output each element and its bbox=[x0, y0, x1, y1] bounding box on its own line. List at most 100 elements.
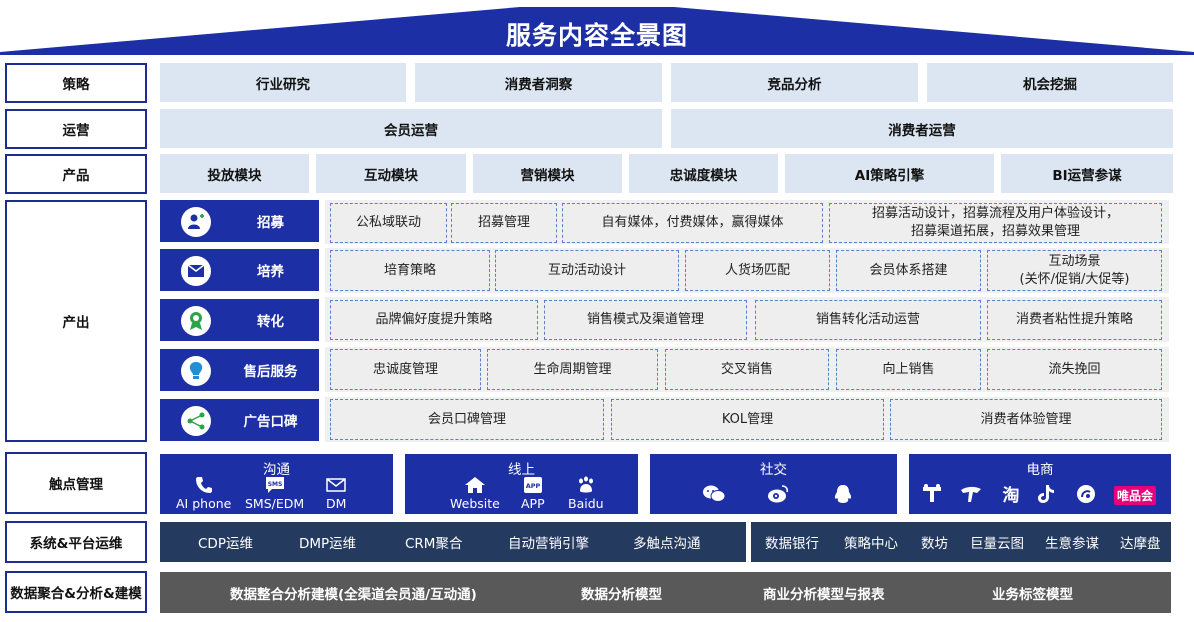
app-icon: APP bbox=[523, 477, 542, 493]
output-cell: 消费者体验管理 bbox=[890, 399, 1162, 440]
system-item: 达摩盘 bbox=[1120, 536, 1161, 552]
strategy-cell: 行业研究 bbox=[160, 63, 406, 102]
output-cell: 销售转化活动运营 bbox=[755, 300, 981, 340]
touchpoint-group-social: 社交 bbox=[650, 454, 897, 514]
output-cell: 流失挽回 bbox=[987, 349, 1162, 390]
product-cell: 忠诚度模块 bbox=[629, 154, 778, 193]
data-modeling-item: 数据整合分析建模(全渠道会员通/互动通) bbox=[230, 586, 477, 603]
output-cell: 品牌偏好度提升策略 bbox=[330, 300, 538, 340]
output-stage-recruit: 招募 bbox=[160, 200, 319, 242]
page-title: 服务内容全景图 bbox=[505, 21, 688, 50]
touchpoint-ai-phone: AI phone bbox=[176, 476, 231, 511]
data-modeling-bar: 数据整合分析建模(全渠道会员通/互动通) 数据分析模型 商业分析模型与报表 业务… bbox=[160, 572, 1171, 613]
system-group-left: CDP运维 DMP运维 CRM聚合 自动营销引擎 多触点沟通 bbox=[160, 522, 746, 562]
strategy-cell: 消费者洞察 bbox=[415, 63, 662, 102]
output-cell: 生命周期管理 bbox=[487, 349, 658, 390]
system-item: 数坊 bbox=[921, 536, 948, 552]
phone-icon bbox=[195, 477, 212, 493]
sms-icon: SMS bbox=[265, 477, 284, 493]
product-cell: BI运营参谋 bbox=[1001, 154, 1173, 193]
output-cell: 自有媒体，付费媒体，赢得媒体 bbox=[562, 203, 823, 243]
output-cell: 互动活动设计 bbox=[495, 250, 679, 291]
output-cell: 人货场匹配 bbox=[685, 250, 830, 291]
system-item: 自动营销引擎 bbox=[508, 536, 589, 552]
mail-icon bbox=[326, 478, 346, 492]
product-cell: AI策略引擎 bbox=[785, 154, 994, 193]
tmall-icon bbox=[921, 484, 943, 504]
share-icon bbox=[181, 406, 211, 436]
system-item: 多触点沟通 bbox=[633, 536, 701, 552]
output-cell: 招募活动设计，招募流程及用户体验设计， 招募渠道拓展，招募效果管理 bbox=[829, 203, 1162, 243]
product-cell: 互动模块 bbox=[316, 154, 466, 193]
touchpoint-website: Website bbox=[450, 476, 500, 511]
touchpoint-group-title: 社交 bbox=[760, 462, 787, 478]
operation-cell: 消费者运营 bbox=[671, 109, 1173, 148]
touchpoint-dm: DM bbox=[326, 476, 346, 511]
pinduoduo-icon bbox=[1076, 484, 1096, 504]
svg-text:淘: 淘 bbox=[1003, 485, 1020, 504]
award-icon bbox=[181, 306, 211, 336]
product-cell: 营销模块 bbox=[473, 154, 622, 193]
baidu-paw-icon bbox=[578, 476, 593, 493]
system-item: CRM聚合 bbox=[405, 536, 463, 552]
touchpoint-group-title: 沟通 bbox=[263, 462, 290, 478]
home-icon bbox=[464, 477, 485, 493]
user-add-icon bbox=[181, 207, 211, 237]
bulb-icon bbox=[181, 356, 211, 386]
wechat-icon bbox=[702, 484, 726, 504]
row-label-data: 数据聚合&分析&建模 bbox=[5, 571, 147, 613]
output-cell: 销售模式及渠道管理 bbox=[544, 300, 747, 340]
touchpoint-group-title: 电商 bbox=[1026, 462, 1054, 478]
output-stage-label: 招募 bbox=[257, 215, 284, 231]
row-label-output: 产出 bbox=[5, 200, 147, 442]
output-stage-convert: 转化 bbox=[160, 299, 319, 341]
qq-icon bbox=[833, 484, 853, 506]
system-item: DMP运维 bbox=[299, 536, 357, 552]
system-item: 策略中心 bbox=[844, 536, 898, 552]
output-cell: 会员体系搭建 bbox=[836, 250, 981, 291]
data-modeling-item: 商业分析模型与报表 bbox=[763, 586, 885, 603]
touchpoint-group-title: 线上 bbox=[508, 462, 535, 478]
strategy-cell: 竞品分析 bbox=[671, 63, 918, 102]
touchpoint-sms-edm: SMS SMS/EDM bbox=[245, 476, 304, 511]
row-label-operation: 运营 bbox=[5, 109, 147, 149]
touchpoint-group-online: 线上 Website APP APP Baidu bbox=[405, 454, 638, 514]
touchpoint-baidu: Baidu bbox=[568, 476, 604, 511]
touchpoint-group-ecommerce: 电商 淘 唯品会 bbox=[909, 454, 1171, 514]
output-cell: 交叉销售 bbox=[665, 349, 829, 390]
row-label-product: 产品 bbox=[5, 154, 147, 194]
weibo-icon bbox=[767, 484, 789, 504]
output-cell: 忠诚度管理 bbox=[330, 349, 481, 390]
output-stage-label: 培养 bbox=[257, 264, 284, 280]
output-cell: 培育策略 bbox=[330, 250, 490, 291]
taobao-icon: 淘 bbox=[999, 484, 1023, 504]
svg-text:SMS: SMS bbox=[267, 481, 282, 488]
output-stage-label: 转化 bbox=[257, 314, 284, 330]
system-group-right: 数据银行 策略中心 数坊 巨量云图 生意参谋 达摩盘 bbox=[751, 522, 1171, 562]
data-modeling-item: 业务标签模型 bbox=[992, 586, 1073, 603]
svg-text:APP: APP bbox=[526, 482, 541, 490]
system-item: 生意参谋 bbox=[1045, 536, 1099, 552]
strategy-cell: 机会挖掘 bbox=[927, 63, 1173, 102]
jd-icon bbox=[959, 484, 983, 504]
touchpoint-app: APP APP bbox=[521, 476, 545, 511]
output-cell: 招募管理 bbox=[451, 203, 557, 243]
system-item: CDP运维 bbox=[198, 536, 253, 552]
output-stage-label: 广告口碑 bbox=[243, 414, 298, 430]
touchpoint-group-communication: 沟通 AI phone SMS SMS/EDM DM bbox=[160, 454, 393, 514]
data-modeling-item: 数据分析模型 bbox=[581, 586, 662, 603]
output-stage-label: 售后服务 bbox=[243, 364, 298, 380]
row-label-touchpoint: 触点管理 bbox=[5, 452, 147, 514]
output-stage-after-sales: 售后服务 bbox=[160, 349, 319, 391]
output-cell: 会员口碑管理 bbox=[330, 399, 604, 440]
output-cell: 向上销售 bbox=[836, 349, 981, 390]
vipshop-logo: 唯品会 bbox=[1114, 486, 1157, 505]
output-cell: 互动场景 (关怀/促销/大促等) bbox=[987, 250, 1162, 291]
output-cell: 消费者粘性提升策略 bbox=[987, 300, 1162, 340]
output-cell: KOL管理 bbox=[611, 399, 884, 440]
system-item: 巨量云图 bbox=[970, 536, 1024, 552]
output-stage-nurture: 培养 bbox=[160, 249, 319, 291]
douyin-icon bbox=[1037, 484, 1055, 504]
product-cell: 投放模块 bbox=[160, 154, 309, 193]
row-label-strategy: 策略 bbox=[5, 63, 147, 103]
